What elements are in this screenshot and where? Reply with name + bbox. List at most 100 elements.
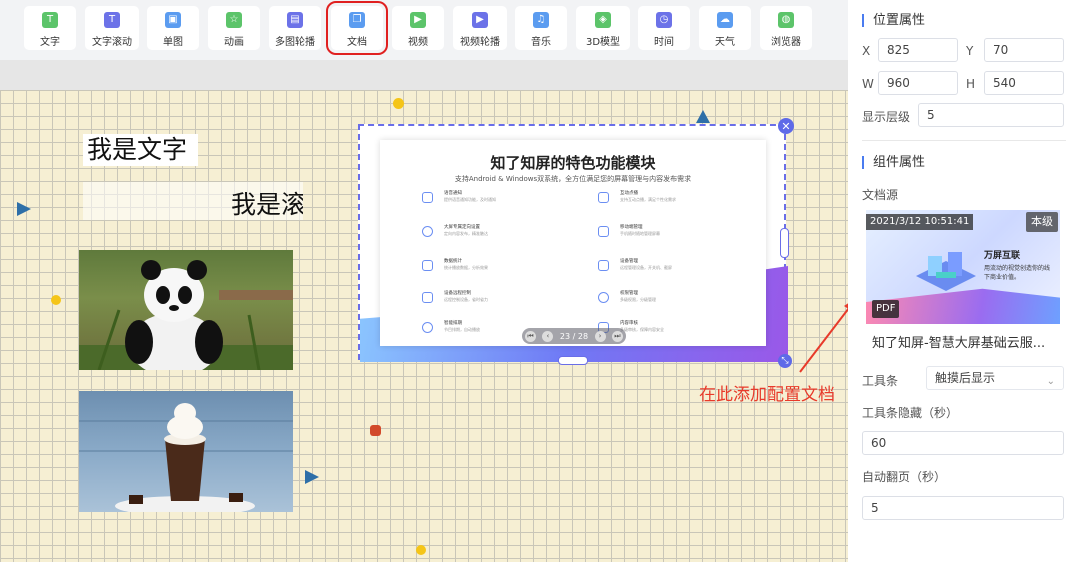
tool-video-carousel[interactable]: ▶ 视频轮播	[453, 6, 507, 50]
pdf-badge: PDF	[872, 300, 900, 318]
scroll-text-icon: T	[104, 12, 120, 28]
tool-scroll-text[interactable]: T 文字滚动	[85, 6, 139, 50]
tool-label: 浏览器	[771, 37, 801, 48]
feature-item: 权限管理 多级权限，分级管理	[598, 290, 766, 314]
feature-title: 智能排期	[444, 321, 462, 326]
remote-icon	[422, 292, 433, 303]
document-pager: ⏮ ‹ 23 / 28 › ⏭	[522, 328, 626, 344]
h-field[interactable]: 540	[984, 71, 1064, 95]
tool-animation[interactable]: ☆ 动画	[208, 6, 260, 50]
document-name: 知了知屏-智慧大屏基础云服...	[872, 336, 1046, 351]
feature-item: 数据统计 统计播放数据，分析效果	[422, 258, 592, 282]
feature-desc: 统计播放数据，分析效果	[444, 265, 488, 270]
document-icon: ❐	[349, 12, 365, 28]
close-icon[interactable]: ✕	[778, 118, 794, 134]
tool-3d-model[interactable]: ◈ 3D模型	[576, 6, 630, 50]
auto-flip-field[interactable]: 5	[862, 496, 1064, 520]
feature-title: 权限管理	[620, 291, 638, 296]
feature-title: 移动端管理	[620, 225, 643, 230]
annotation-text: 在此添加配置文档	[699, 385, 835, 405]
x-field[interactable]: 825	[878, 38, 958, 62]
feature-desc: 支持互动点播，满足个性化需求	[620, 197, 676, 202]
tool-label: 文档	[347, 37, 367, 48]
feature-item: 语音通知 提供语音通知功能，及时通知	[422, 190, 592, 214]
chat-icon	[598, 192, 609, 203]
drink-image[interactable]	[79, 391, 293, 512]
phone-icon	[598, 226, 609, 237]
feature-title: 数据统计	[444, 259, 462, 264]
chart-icon	[422, 260, 433, 271]
video-icon: ▶	[410, 12, 426, 28]
toolbar-select-value: 触摸后显示	[935, 371, 996, 385]
feature-desc: 手机随时随地管理屏幕	[620, 231, 660, 236]
tool-carousel[interactable]: ▤ 多图轮播	[269, 6, 321, 50]
decor-dot	[416, 545, 426, 555]
monitor-icon	[598, 260, 609, 271]
slide-subtitle: 支持Android & Windows双系统，全方位满足您的屏幕管理与内容发布需…	[454, 175, 692, 183]
feature-item: 移动端管理 手机随时随地管理屏幕	[598, 224, 766, 248]
scroll-text-widget[interactable]: 我是滚动文字	[83, 182, 303, 220]
scroll-text-content: 我是滚动文字	[231, 190, 303, 219]
tool-browser[interactable]: ◍ 浏览器	[760, 6, 812, 50]
tool-label: 天气	[715, 37, 735, 48]
x-label: X	[862, 44, 871, 58]
tool-video[interactable]: ▶ 视频	[392, 6, 444, 50]
y-field[interactable]: 70	[984, 38, 1064, 62]
document-widget[interactable]: 知了知屏的特色功能模块 支持Android & Windows双系统，全方位满足…	[358, 118, 794, 368]
bell-icon	[422, 192, 433, 203]
last-page-icon[interactable]: ⏭	[611, 330, 623, 342]
component-toolbar: T 文字 T 文字滚动 ▣ 单图 ☆ 动画 ▤ 多图轮播 ❐ 文档 ▶ 视频 ▶ 视频轮播 ♫ 音…	[0, 0, 848, 60]
play-icon	[422, 226, 433, 237]
decor-triangle	[17, 202, 31, 216]
feature-title: 内容审核	[620, 321, 638, 326]
position-section-title: 位置属性	[862, 14, 925, 27]
text-icon: T	[42, 12, 58, 28]
decor-triangle	[305, 470, 319, 484]
prev-page-icon[interactable]: ‹	[542, 330, 554, 342]
editor-canvas[interactable]: 我是文字 我是滚动文字	[0, 90, 848, 562]
tool-weather[interactable]: ☁ 天气	[699, 6, 751, 50]
document-thumbnail[interactable]: 万屏互联 用流动的视觉创造你的线下商业价值。 2021/3/12 10:51:4…	[866, 210, 1060, 324]
decor-dot	[51, 295, 61, 305]
image-icon: ▣	[165, 12, 181, 28]
decor-triangle	[696, 110, 710, 123]
feature-desc: 多级审核，保障内容安全	[620, 327, 664, 332]
thumbnail-illustration	[916, 252, 976, 291]
slide-title: 知了知屏的特色功能模块	[490, 154, 656, 172]
tool-image[interactable]: ▣ 单图	[147, 6, 199, 50]
feature-item: 互动点播 支持互动点播，满足个性化需求	[598, 190, 766, 214]
tool-label: 3D模型	[585, 37, 621, 48]
feature-desc: 节目排期，自动播放	[444, 327, 480, 332]
toolbar-hide-field[interactable]: 60	[862, 431, 1064, 455]
tool-label: 单图	[163, 37, 183, 48]
toolbar-select[interactable]: 触摸后显示 ⌄	[926, 366, 1064, 390]
tool-document[interactable]: ❐ 文档	[326, 1, 388, 55]
canvas-header-bar	[0, 60, 848, 90]
text-widget[interactable]: 我是文字	[83, 134, 198, 166]
doc-source-label: 文档源	[862, 188, 899, 202]
tool-label: 多图轮播	[275, 37, 315, 48]
animation-icon: ☆	[226, 12, 242, 28]
layer-label: 显示层级	[862, 110, 911, 124]
tool-label: 文字	[40, 37, 60, 48]
drink-illustration	[79, 403, 293, 512]
tool-label: 音乐	[531, 37, 551, 48]
panda-image[interactable]	[79, 250, 293, 370]
user-icon	[598, 292, 609, 303]
resize-handle-right[interactable]	[780, 228, 789, 258]
tool-label: 视频轮播	[460, 37, 500, 48]
next-page-icon[interactable]: ›	[594, 330, 606, 342]
tool-time[interactable]: ◷ 时间	[638, 6, 690, 50]
tool-text[interactable]: T 文字	[24, 6, 76, 50]
tool-label: 时间	[654, 37, 674, 48]
tool-music[interactable]: ♫ 音乐	[515, 6, 567, 50]
h-label: H	[966, 77, 976, 91]
feature-title: 设备管理	[620, 259, 638, 264]
layer-field[interactable]: 5	[918, 103, 1064, 127]
panda-illustration	[79, 260, 293, 370]
first-page-icon[interactable]: ⏮	[525, 330, 536, 342]
w-field[interactable]: 960	[878, 71, 958, 95]
resize-handle-bottom[interactable]	[558, 356, 588, 365]
feature-title: 大屏专属定向设置	[444, 225, 480, 230]
document-slide: 知了知屏的特色功能模块 支持Android & Windows双系统，全方位满足…	[380, 140, 766, 346]
